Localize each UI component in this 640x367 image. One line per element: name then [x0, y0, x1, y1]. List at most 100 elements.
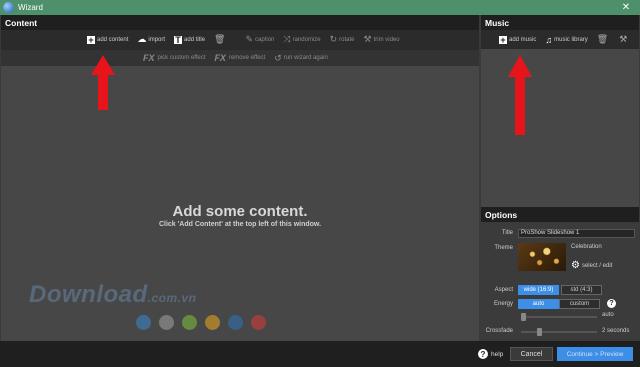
import-button[interactable]: ☁ import	[137, 34, 165, 45]
theme-thumbnail[interactable]	[518, 243, 566, 271]
energy-slider[interactable]	[521, 313, 597, 321]
help-button[interactable]: ? help	[478, 349, 503, 359]
fx-icon: FX	[143, 53, 155, 63]
theme-name: Celebration	[571, 244, 602, 250]
select-edit-label: select / edit	[581, 262, 613, 269]
watermark-dots	[136, 315, 274, 330]
add-content-button[interactable]: + add content	[87, 34, 129, 45]
energy-help-button[interactable]: ?	[607, 299, 616, 308]
title-input[interactable]: ProShow Slideshow 1	[518, 229, 635, 238]
title-icon: T	[174, 34, 183, 45]
options-header: Options	[481, 207, 639, 222]
aspect-label: Aspect	[494, 287, 513, 293]
window-titlebar: Wizard ✕	[0, 0, 640, 15]
aspect-wide-option[interactable]: wide (16:9)	[518, 285, 559, 295]
trim-video-button[interactable]: ⚒ trim video	[364, 34, 400, 45]
music-delete-button[interactable]: 🗑	[597, 34, 610, 45]
continue-preview-button[interactable]: Continue > Preview	[557, 347, 633, 361]
pick-custom-effect-label: pick custom effect	[157, 55, 206, 61]
app-logo-icon	[3, 2, 14, 13]
music-library-button[interactable]: ♫ music library	[545, 35, 587, 45]
window-title: Wizard	[18, 3, 43, 12]
footer-bar: ? help Cancel Continue > Preview	[0, 341, 640, 367]
crossfade-label: Crossfade	[485, 328, 513, 334]
help-label: help	[491, 350, 504, 358]
watermark-logo: Download.com.vn	[29, 281, 197, 309]
dot-1	[136, 315, 151, 330]
dot-3	[182, 315, 197, 330]
add-content-label: add content	[97, 36, 129, 43]
energy-toggle: auto custom	[518, 299, 600, 309]
import-label: import	[148, 36, 166, 43]
energy-slider-knob[interactable]	[521, 313, 526, 321]
energy-auto-label: auto	[532, 301, 545, 307]
delete-button[interactable]: 🗑	[214, 34, 227, 45]
caption-label: caption	[255, 36, 275, 43]
crossfade-slider[interactable]	[521, 328, 597, 336]
close-icon[interactable]: ✕	[612, 0, 640, 15]
music-library-label: music library	[554, 36, 588, 43]
effects-toolbar: FX pick custom effect FX remove effect ↺…	[1, 49, 479, 66]
add-music-button[interactable]: + add music	[499, 34, 537, 45]
randomize-button[interactable]: ⤨ randomize	[283, 34, 320, 45]
watermark-suffix: .com.vn	[147, 291, 197, 305]
crossfade-value: 2 seconds	[602, 328, 630, 334]
remove-effect-label: remove effect	[228, 55, 266, 61]
energy-custom-option[interactable]: custom	[559, 299, 600, 309]
refresh-icon: ↺	[274, 52, 282, 63]
content-panel: Content + add content ☁ import T add tit…	[1, 15, 479, 341]
dot-4	[205, 315, 220, 330]
music-toolbar: + add music ♫ music library 🗑 ⚒	[481, 30, 639, 49]
gear-icon: ⚙	[571, 260, 580, 271]
plus-icon: +	[87, 34, 95, 45]
remove-effect-button[interactable]: FX remove effect	[214, 53, 265, 63]
randomize-label: randomize	[292, 36, 321, 43]
energy-custom-label: custom	[569, 301, 590, 307]
pen-icon: ✎	[245, 34, 254, 44]
aspect-std-label: std (4:3)	[570, 287, 593, 293]
dot-2	[159, 315, 174, 330]
energy-auto-option[interactable]: auto	[518, 299, 559, 309]
cancel-button[interactable]: Cancel	[510, 347, 553, 361]
add-music-label: add music	[509, 36, 537, 43]
content-header: Content	[1, 15, 479, 30]
trim-video-label: trim video	[373, 36, 400, 43]
music-tools-button[interactable]: ⚒	[619, 34, 629, 45]
empty-state-subtitle: Click 'Add Content' at the top left of t…	[158, 221, 322, 228]
select-edit-button[interactable]: ⚙ select / edit	[571, 260, 612, 271]
add-title-label: add title	[184, 36, 206, 43]
title-label: Title	[501, 230, 513, 236]
aspect-std-option[interactable]: std (4:3)	[561, 285, 602, 295]
content-toolbar: + add content ☁ import T add title 🗑 ✎ c…	[1, 30, 479, 49]
options-panel: Options Title ProShow Slideshow 1 Theme …	[481, 207, 639, 341]
dot-5	[228, 315, 243, 330]
rotate-icon: ↻	[329, 34, 338, 44]
arrow-up-icon	[508, 55, 532, 135]
pick-custom-effect-button[interactable]: FX pick custom effect	[143, 53, 205, 63]
dot-6	[251, 315, 266, 330]
plus-icon: +	[499, 34, 507, 45]
rotate-label: rotate	[339, 36, 355, 43]
music-header: Music	[481, 15, 639, 30]
tools-icon: ⚒	[619, 34, 628, 44]
energy-label: Energy	[493, 301, 513, 307]
run-wizard-again-button[interactable]: ↺ run wizard again	[274, 53, 328, 64]
rotate-button[interactable]: ↻ rotate	[330, 34, 355, 45]
crossfade-slider-knob[interactable]	[537, 328, 542, 336]
energy-slider-value: auto	[602, 312, 614, 318]
fx-remove-icon: FX	[214, 53, 226, 63]
aspect-toggle: wide (16:9) std (4:3)	[518, 285, 602, 295]
music-note-icon: ♫	[545, 34, 553, 45]
tools-icon: ⚒	[363, 34, 372, 44]
shuffle-icon: ⤨	[283, 34, 291, 44]
trash-icon: 🗑	[214, 34, 226, 44]
add-title-button[interactable]: T add title	[174, 34, 206, 45]
music-panel: Music + add music ♫ music library 🗑 ⚒	[481, 15, 639, 207]
aspect-wide-label: wide (16:9)	[523, 287, 554, 293]
caption-button[interactable]: ✎ caption	[245, 34, 274, 45]
help-icon: ?	[478, 349, 488, 359]
run-wizard-again-label: run wizard again	[283, 55, 328, 61]
arrow-up-icon	[91, 55, 115, 110]
theme-label: Theme	[494, 245, 513, 251]
empty-state-title: Add some content.	[172, 203, 308, 220]
